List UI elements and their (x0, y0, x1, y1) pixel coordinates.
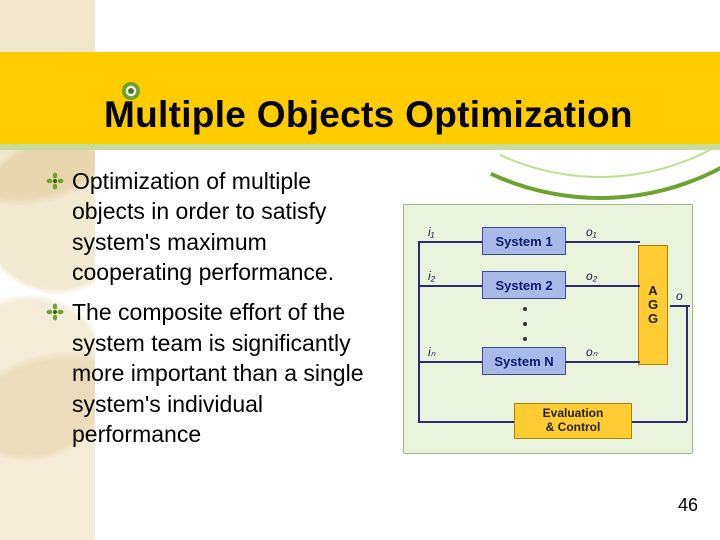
wire (418, 241, 482, 243)
agg-output-label: o (676, 289, 683, 303)
bullet-text: The composite effort of the system team … (72, 299, 364, 446)
input-label: i₂ (428, 269, 435, 283)
flower-bullet-icon (46, 172, 64, 190)
flower-bullet-icon (46, 303, 64, 321)
slide: { "title": "Multiple Objects Optimizatio… (0, 0, 720, 540)
wire (686, 305, 688, 421)
system-diagram: System 1 System 2 System N A G G Evaluat… (403, 204, 693, 454)
wire (418, 285, 482, 287)
bullet-list: Optimization of multiple objects in orde… (52, 166, 388, 459)
evaluation-box: Evaluation & Control (514, 403, 632, 439)
input-label: iₙ (428, 345, 435, 359)
output-label: o₂ (586, 269, 597, 283)
bullet-item: Optimization of multiple objects in orde… (52, 166, 388, 287)
input-label: i₁ (428, 225, 434, 239)
system-box: System N (482, 347, 566, 375)
aggregator-box: A G G (638, 245, 668, 365)
output-label: oₙ (586, 345, 597, 359)
output-label: o₁ (586, 225, 596, 239)
wire (566, 241, 640, 243)
system-box: System 2 (482, 271, 566, 299)
wire (566, 285, 640, 287)
wire (566, 361, 640, 363)
bullet-item: The composite effort of the system team … (52, 297, 388, 449)
wire (418, 241, 420, 421)
system-box: System 1 (482, 227, 566, 255)
wire (418, 421, 514, 423)
bullet-text: Optimization of multiple objects in orde… (72, 168, 334, 285)
wire (632, 421, 687, 423)
wire (418, 361, 482, 363)
page-number: 46 (678, 495, 698, 516)
slide-title: Multiple Objects Optimization (104, 94, 700, 136)
vertical-ellipsis-icon (520, 307, 530, 341)
